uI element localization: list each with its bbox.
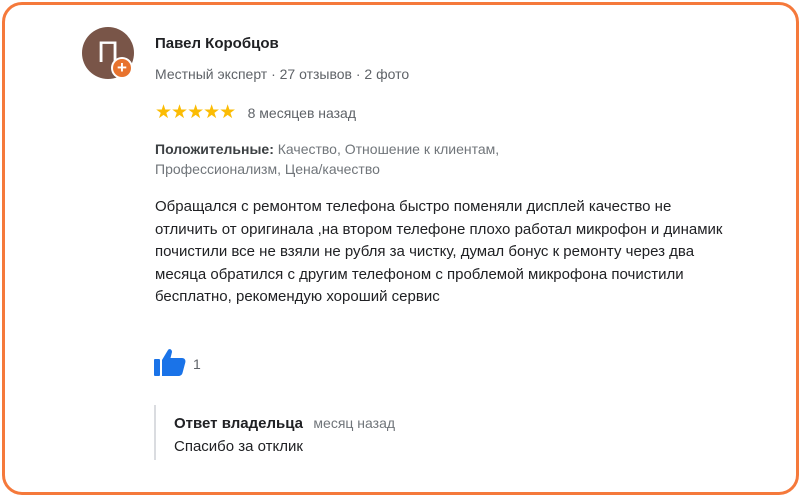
like-count: 1 — [193, 356, 201, 372]
owner-response-header: Ответ владельца месяц назад — [174, 415, 395, 433]
positive-aspects: Положительные: Качество, Отношение к кли… — [155, 139, 615, 179]
reviewer-meta: Местный эксперт · 27 отзывов · 2 фото — [155, 66, 410, 82]
reviewer-name[interactable]: Павел Коробцов — [155, 35, 279, 52]
positive-label: Положительные: — [155, 141, 274, 157]
rating-row: ★★★★★ 8 месяцев назад — [155, 101, 356, 125]
owner-response-label: Ответ владельца — [174, 415, 303, 432]
thumbs-up-icon[interactable] — [154, 348, 186, 376]
local-guide-badge: + — [111, 57, 133, 79]
review-date: 8 месяцев назад — [247, 104, 357, 121]
owner-response-divider — [154, 405, 156, 460]
star-rating-icon: ★★★★★ — [155, 102, 236, 123]
owner-response-text: Спасибо за отклик — [174, 438, 303, 455]
local-guide-badge-icon: + — [113, 59, 131, 77]
owner-response-date: месяц назад — [313, 415, 396, 431]
review-text: Обращался с ремонтом телефона быстро пом… — [155, 198, 723, 306]
